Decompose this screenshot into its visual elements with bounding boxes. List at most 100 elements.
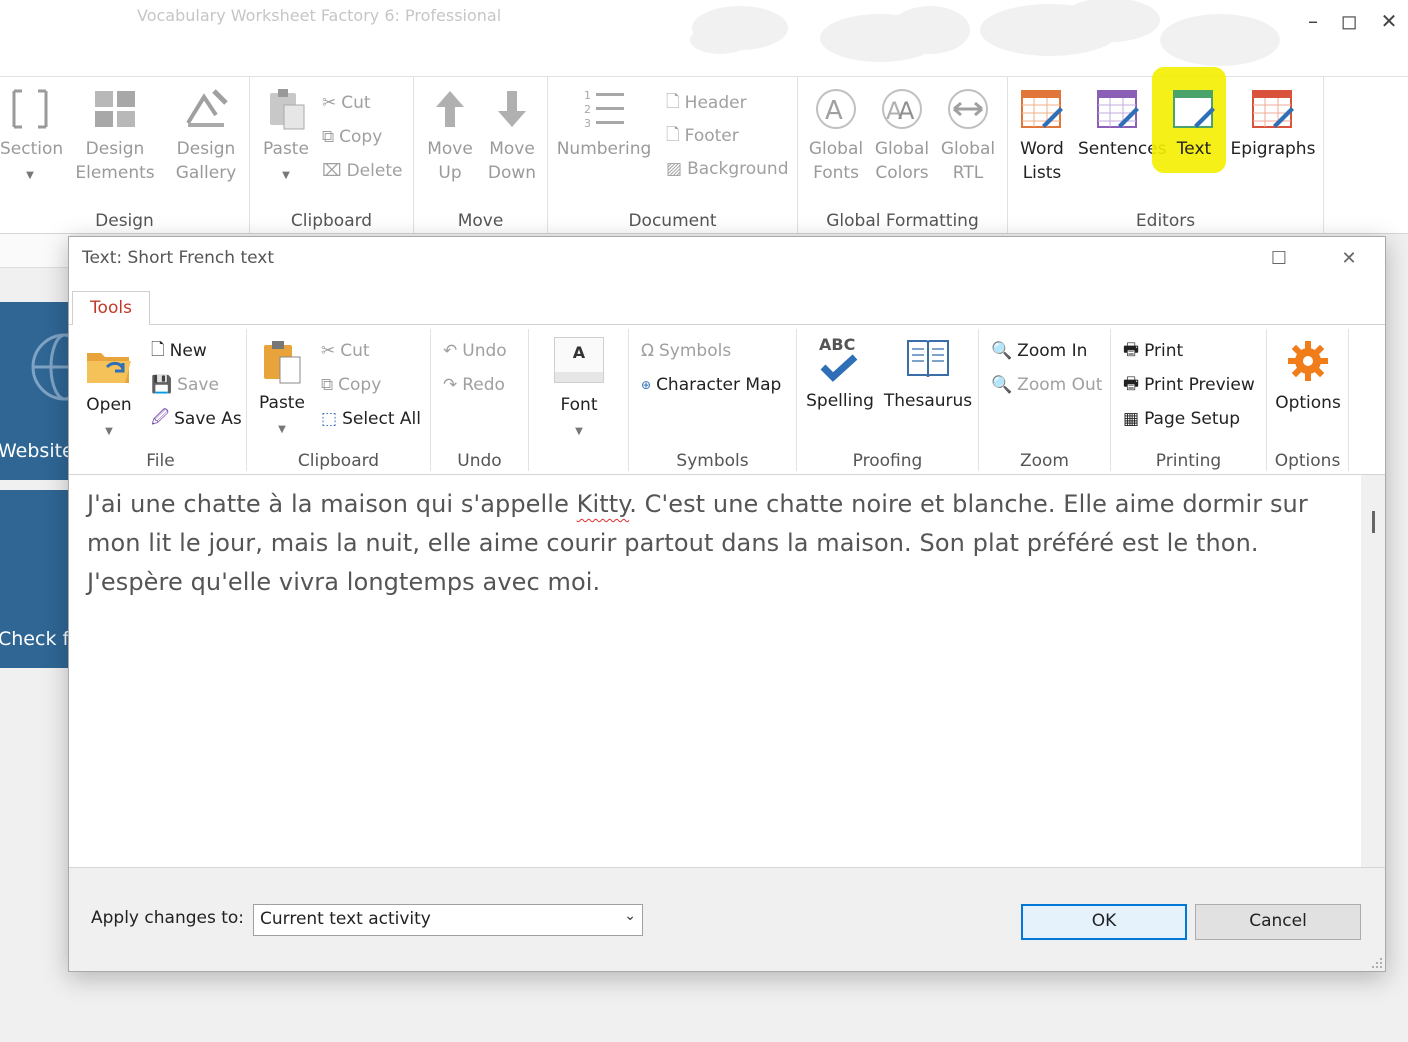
zoom-in-button[interactable]: 🔍 Zoom In bbox=[991, 337, 1087, 365]
apply-changes-label: Apply changes to: bbox=[91, 908, 245, 928]
svg-text:1: 1 bbox=[584, 89, 591, 102]
ribbon-group-move: Move Up Move Down Move bbox=[414, 77, 548, 233]
section-icon bbox=[12, 89, 48, 129]
ribbon-group-global-formatting: A Global Fonts AA Global Colors Global R… bbox=[798, 77, 1008, 233]
spelling-icon: ABC bbox=[803, 335, 877, 389]
design-elements-button[interactable]: Design Elements bbox=[70, 87, 160, 185]
gear-icon bbox=[1288, 341, 1328, 381]
footer-button[interactable]: 🗋 Footer bbox=[666, 122, 739, 150]
font-icon: A bbox=[554, 337, 604, 383]
background-icon: ▨ bbox=[666, 159, 683, 179]
header-button[interactable]: 🗋 Header bbox=[666, 89, 747, 117]
print-preview-button[interactable]: 🖶 Print Preview bbox=[1123, 371, 1255, 399]
dialog-tab-row: Tools bbox=[69, 281, 1385, 326]
thesaurus-button[interactable]: Thesaurus bbox=[883, 335, 973, 413]
design-gallery-button[interactable]: Design Gallery bbox=[166, 87, 246, 185]
omega-icon: Ω bbox=[641, 341, 654, 361]
text-editor-icon bbox=[1173, 90, 1215, 128]
tab-tools[interactable]: Tools bbox=[72, 291, 150, 326]
dialog-group-undo: ↶ Undo ↷ Redo Undo bbox=[431, 329, 529, 471]
save-as-button[interactable]: 🖉 Save As bbox=[151, 405, 242, 433]
maximize-button[interactable]: ◻ bbox=[1334, 8, 1364, 34]
app-title-bar: Vocabulary Worksheet Factory 6: Professi… bbox=[0, 0, 1408, 76]
epigraphs-editor-icon bbox=[1252, 90, 1294, 128]
header-icon: 🗋 bbox=[666, 91, 680, 112]
check-for-updates-tile[interactable]: Check f bbox=[0, 490, 70, 668]
select-all-button[interactable]: ⬚ Select All bbox=[321, 405, 421, 433]
misspelled-word[interactable]: Kitty bbox=[577, 490, 630, 518]
dialog-footer: Apply changes to: Current text activity … bbox=[69, 867, 1385, 971]
chevron-down-icon: ▼ bbox=[282, 170, 290, 181]
delete-icon: ⌧ bbox=[322, 161, 342, 181]
chevron-down-icon: ▼ bbox=[575, 426, 583, 437]
open-folder-icon bbox=[87, 353, 131, 383]
symbols-button[interactable]: Ω Symbols bbox=[641, 337, 731, 365]
global-fonts-icon: A bbox=[816, 89, 856, 129]
chevron-down-icon: ▼ bbox=[26, 170, 34, 181]
app-title: Vocabulary Worksheet Factory 6: Professi… bbox=[137, 6, 502, 25]
options-button[interactable]: Options bbox=[1271, 339, 1345, 415]
word-lists-editor-icon bbox=[1021, 90, 1063, 128]
ribbon-cut-button[interactable]: ✂ Cut bbox=[322, 89, 371, 117]
move-up-button[interactable]: Move Up bbox=[422, 87, 478, 185]
dialog-title: Text: Short French text bbox=[82, 248, 275, 268]
background-button[interactable]: ▨ Background bbox=[666, 155, 788, 183]
zoom-out-icon: 🔍 bbox=[991, 375, 1013, 395]
open-button[interactable]: Open ▼ bbox=[79, 339, 139, 444]
minimize-button[interactable]: – bbox=[1298, 8, 1328, 34]
sentences-button[interactable]: Sentences bbox=[1078, 87, 1167, 161]
editor-scrollbar[interactable] bbox=[1361, 475, 1385, 867]
page-setup-button[interactable]: ▦ Page Setup bbox=[1123, 405, 1240, 433]
cut-button[interactable]: ✂ Cut bbox=[321, 337, 370, 365]
design-gallery-icon bbox=[186, 89, 228, 127]
dialog-title-bar: Text: Short French text ☐ ✕ bbox=[69, 237, 1385, 281]
zoom-out-button[interactable]: 🔍 Zoom Out bbox=[991, 371, 1102, 399]
select-all-icon: ⬚ bbox=[321, 409, 338, 429]
ok-button[interactable]: OK bbox=[1021, 904, 1187, 940]
thesaurus-book-icon bbox=[907, 340, 949, 378]
sentences-editor-icon bbox=[1097, 90, 1139, 128]
section-button[interactable]: Section ▼ bbox=[0, 87, 63, 188]
globe-icon bbox=[31, 333, 70, 401]
dialog-close-button[interactable]: ✕ bbox=[1337, 247, 1361, 271]
dialog-group-file: Open ▼ 🗋 New 💾 Save 🖉 Save As File bbox=[75, 329, 247, 471]
move-down-button[interactable]: Move Down bbox=[484, 87, 540, 185]
copy-button[interactable]: ⧉ Copy bbox=[321, 371, 381, 399]
website-tile[interactable]: Website bbox=[0, 302, 70, 480]
spelling-button[interactable]: ABC Spelling bbox=[803, 335, 877, 413]
cancel-button[interactable]: Cancel bbox=[1195, 904, 1361, 940]
numbering-button[interactable]: 123 Numbering bbox=[556, 87, 652, 161]
close-button[interactable]: ✕ bbox=[1374, 8, 1404, 34]
cloud-decoration bbox=[690, 0, 1280, 66]
zoom-in-icon: 🔍 bbox=[991, 341, 1013, 361]
print-button[interactable]: 🖶 Print bbox=[1123, 337, 1183, 365]
global-colors-icon: AA bbox=[882, 89, 922, 129]
ribbon-delete-button[interactable]: ⌧ Delete bbox=[322, 157, 402, 185]
dialog-group-clipboard: Paste ▼ ✂ Cut ⧉ Copy ⬚ Select All Clipboard bbox=[247, 329, 431, 471]
paste-icon bbox=[270, 89, 305, 130]
word-lists-button[interactable]: Word Lists bbox=[1012, 87, 1072, 185]
epigraphs-button[interactable]: Epigraphs bbox=[1230, 87, 1316, 161]
global-rtl-button[interactable]: Global RTL bbox=[938, 87, 998, 185]
chevron-down-icon: ⌄ bbox=[624, 908, 636, 924]
redo-button[interactable]: ↷ Redo bbox=[443, 371, 505, 399]
text-editor-area[interactable]: J'ai une chatte à la maison qui s'appell… bbox=[69, 475, 1361, 867]
save-button[interactable]: 💾 Save bbox=[151, 371, 219, 399]
global-fonts-button[interactable]: A Global Fonts bbox=[806, 87, 866, 185]
undo-button[interactable]: ↶ Undo bbox=[443, 337, 507, 365]
ribbon-paste-button[interactable]: Paste ▼ bbox=[256, 87, 316, 188]
new-button[interactable]: 🗋 New bbox=[151, 337, 207, 365]
font-button[interactable]: A Font ▼ bbox=[549, 337, 609, 444]
character-map-button[interactable]: ⊕ Character Map bbox=[641, 371, 781, 399]
scrollbar-thumb[interactable] bbox=[1372, 511, 1375, 533]
main-ribbon: Section ▼ Design Elements Design Gallery … bbox=[0, 67, 1408, 234]
dialog-maximize-button[interactable]: ☐ bbox=[1267, 247, 1291, 271]
svg-text:A: A bbox=[825, 96, 843, 126]
apply-changes-select[interactable]: Current text activity ⌄ bbox=[253, 904, 643, 936]
paste-button[interactable]: Paste ▼ bbox=[251, 339, 313, 442]
text-editor-button[interactable]: Text bbox=[1164, 87, 1224, 161]
ribbon-copy-button[interactable]: ⧉ Copy bbox=[322, 123, 382, 151]
cut-icon: ✂ bbox=[321, 341, 336, 361]
resize-grip-icon[interactable] bbox=[1371, 957, 1383, 969]
global-colors-button[interactable]: AA Global Colors bbox=[872, 87, 932, 185]
